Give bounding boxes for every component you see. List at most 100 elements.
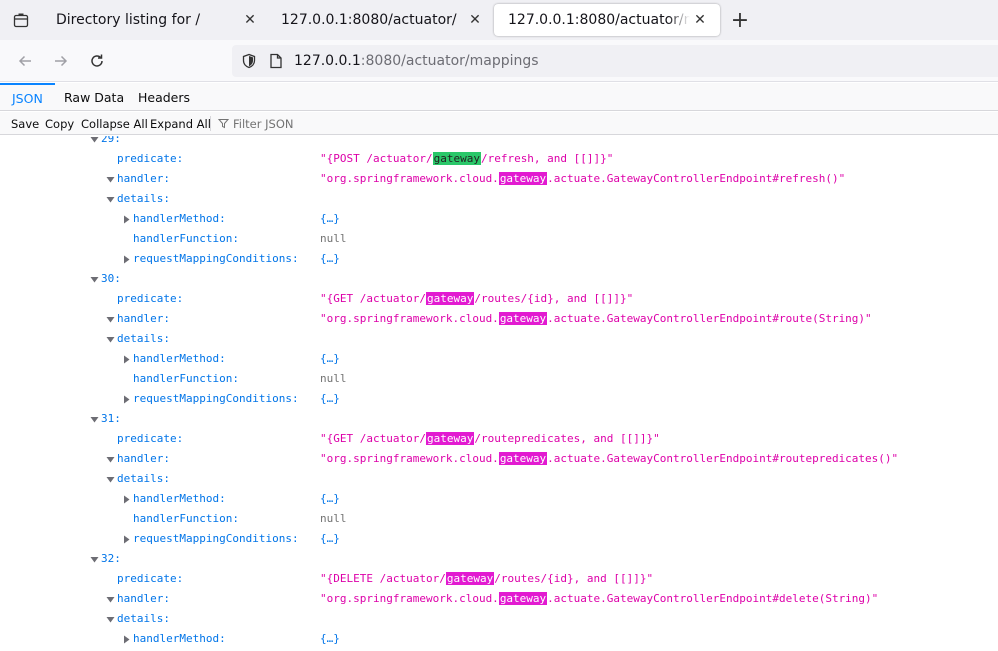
search-match-highlight: gateway	[445, 572, 495, 585]
json-row[interactable]: handlerMethod: {…}	[0, 629, 998, 649]
collapse-right-icon[interactable]	[120, 529, 132, 549]
json-row[interactable]: 32:	[0, 549, 998, 569]
close-icon[interactable]: ✕	[240, 10, 260, 30]
json-row[interactable]: details:	[0, 329, 998, 349]
json-row[interactable]: predicate: "{DELETE /actuator/gateway/rou…	[0, 569, 998, 589]
json-row[interactable]: handler: "org.springframework.cloud.gatew…	[0, 449, 998, 469]
search-match-highlight: gateway	[425, 432, 475, 445]
collapse-right-icon[interactable]	[120, 209, 132, 229]
collapse-right-icon[interactable]	[120, 249, 132, 269]
expand-down-icon[interactable]	[104, 189, 116, 209]
tab-list-icon[interactable]	[0, 0, 42, 40]
json-key: handler:	[117, 452, 170, 465]
url-host: 127.0.0.1	[294, 53, 361, 69]
page-icon[interactable]	[268, 52, 284, 70]
expand-down-icon[interactable]	[104, 609, 116, 629]
expand-down-icon[interactable]	[88, 136, 100, 149]
collapse-right-icon[interactable]	[120, 389, 132, 409]
collapse-right-icon[interactable]	[120, 629, 132, 649]
url-path: :8080/actuator/mappings	[360, 53, 539, 69]
expand-down-icon[interactable]	[104, 589, 116, 609]
expand-down-icon[interactable]	[104, 309, 116, 329]
json-row[interactable]: predicate: "{GET /actuator/gateway/routep…	[0, 429, 998, 449]
reload-icon[interactable]	[84, 48, 110, 74]
tab-directory-listing[interactable]: Directory listing for / ✕	[42, 4, 270, 36]
collapse-all-button[interactable]: Collapse All	[81, 112, 148, 135]
json-key: requestMappingConditions:	[133, 532, 299, 545]
expand-all-button[interactable]: Expand All	[150, 112, 211, 135]
tab-json[interactable]: JSON	[0, 83, 55, 111]
json-value: {…}	[320, 252, 340, 265]
tab-actuator[interactable]: 127.0.0.1:8080/actuator/ ✕	[267, 4, 495, 36]
expand-down-icon[interactable]	[88, 269, 100, 289]
json-key: details:	[117, 192, 170, 205]
close-icon[interactable]: ✕	[465, 10, 485, 30]
json-value: "{POST /actuator/gateway/refresh, and [[…	[320, 152, 614, 165]
search-match-highlight: gateway	[498, 172, 548, 185]
json-row[interactable]: details:	[0, 189, 998, 209]
tab-raw-data[interactable]: Raw Data	[64, 83, 124, 111]
json-row[interactable]: 29:	[0, 136, 998, 149]
expand-down-icon[interactable]	[104, 449, 116, 469]
json-row[interactable]: handler: "org.springframework.cloud.gatew…	[0, 589, 998, 609]
expand-down-icon[interactable]	[104, 329, 116, 349]
shield-icon[interactable]	[240, 52, 258, 70]
json-key: predicate:	[117, 152, 184, 165]
search-match-highlight: gateway	[498, 312, 548, 325]
json-row[interactable]: requestMappingConditions: {…}	[0, 529, 998, 549]
expand-down-icon[interactable]	[88, 549, 100, 569]
json-value: "org.springframework.cloud.gateway.actua…	[320, 312, 872, 325]
json-key: handlerFunction:	[133, 232, 239, 245]
filter-json-input[interactable]: Filter JSON	[218, 112, 293, 135]
json-row[interactable]: predicate: "{GET /actuator/gateway/routes…	[0, 289, 998, 309]
json-key: handlerFunction:	[133, 372, 239, 385]
json-row[interactable]: handlerMethod: {…}	[0, 349, 998, 369]
json-row[interactable]: requestMappingConditions: {…}	[0, 249, 998, 269]
close-icon[interactable]: ✕	[690, 10, 710, 30]
json-value: null	[320, 512, 347, 525]
expand-down-icon[interactable]	[104, 469, 116, 489]
json-row[interactable]: handlerFunction: null	[0, 369, 998, 389]
json-row[interactable]: handlerMethod: {…}	[0, 209, 998, 229]
tab-actuator-mappings[interactable]: 127.0.0.1:8080/actuator/mappings ✕	[494, 4, 720, 36]
json-row[interactable]: 30:	[0, 269, 998, 289]
back-arrow-icon[interactable]	[12, 48, 38, 74]
url-bar[interactable]: 127.0.0.1:8080/actuator/mappings	[232, 45, 998, 77]
search-match-highlight: gateway	[425, 292, 475, 305]
json-row[interactable]: details:	[0, 609, 998, 629]
json-row[interactable]: requestMappingConditions: {…}	[0, 389, 998, 409]
collapse-right-icon[interactable]	[120, 349, 132, 369]
expand-down-icon[interactable]	[88, 409, 100, 429]
tab-headers[interactable]: Headers	[138, 83, 190, 111]
json-row[interactable]: handlerFunction: null	[0, 509, 998, 529]
json-value: {…}	[320, 492, 340, 505]
save-button[interactable]: Save	[11, 112, 39, 135]
json-row[interactable]: handler: "org.springframework.cloud.gatew…	[0, 169, 998, 189]
expand-down-icon[interactable]	[104, 169, 116, 189]
collapse-right-icon[interactable]	[120, 489, 132, 509]
tab-title: 127.0.0.1:8080/actuator/	[281, 12, 457, 28]
json-key: details:	[117, 472, 170, 485]
json-row[interactable]: predicate: "{POST /actuator/gateway/refre…	[0, 149, 998, 169]
json-row[interactable]: details:	[0, 469, 998, 489]
json-value: "{DELETE /actuator/gateway/routes/{id}, …	[320, 572, 654, 585]
copy-button[interactable]: Copy	[45, 112, 74, 135]
json-row[interactable]: handlerFunction: null	[0, 229, 998, 249]
json-value: "{GET /actuator/gateway/routepredicates,…	[320, 432, 660, 445]
search-match-highlight: gateway	[498, 452, 548, 465]
json-key: 29:	[101, 136, 121, 145]
filter-icon	[218, 119, 229, 129]
url-text[interactable]: 127.0.0.1:8080/actuator/mappings	[294, 53, 539, 69]
json-key: handlerMethod:	[133, 352, 226, 365]
json-key: details:	[117, 332, 170, 345]
forward-arrow-icon[interactable]	[48, 48, 74, 74]
json-key: predicate:	[117, 432, 184, 445]
json-row[interactable]: handlerMethod: {…}	[0, 489, 998, 509]
tab-strip: Directory listing for / ✕ 127.0.0.1:8080…	[0, 0, 998, 40]
tab-title: 127.0.0.1:8080/actuator/mappings	[508, 12, 690, 28]
json-row[interactable]: handler: "org.springframework.cloud.gatew…	[0, 309, 998, 329]
new-tab-icon[interactable]: +	[728, 8, 752, 33]
json-value: {…}	[320, 392, 340, 405]
toolbar-divider	[210, 116, 211, 131]
json-row[interactable]: 31:	[0, 409, 998, 429]
